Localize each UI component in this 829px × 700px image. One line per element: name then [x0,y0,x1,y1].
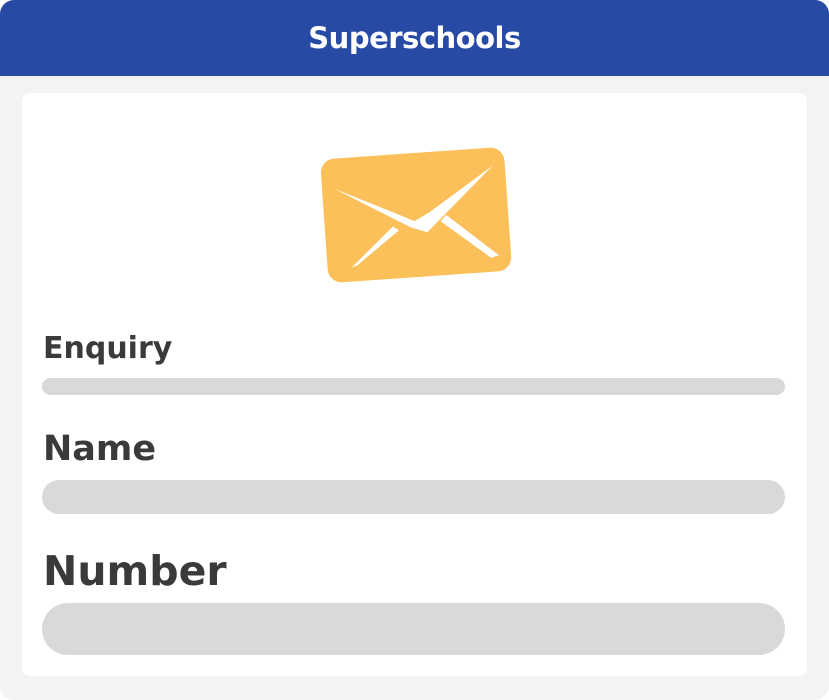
app-title: Superschools [308,21,521,55]
envelope-icon [320,147,512,283]
enquiry-field[interactable] [42,378,785,395]
enquiry-label: Enquiry [43,331,173,366]
number-field[interactable] [42,603,785,655]
header-bar: Superschools [0,0,829,76]
enquiry-form-card: Enquiry Name Number [22,93,807,676]
name-field[interactable] [42,480,785,514]
name-label: Name [43,429,157,469]
app-window: Superschools Enquiry Name Number [0,0,829,700]
number-label: Number [43,547,227,595]
